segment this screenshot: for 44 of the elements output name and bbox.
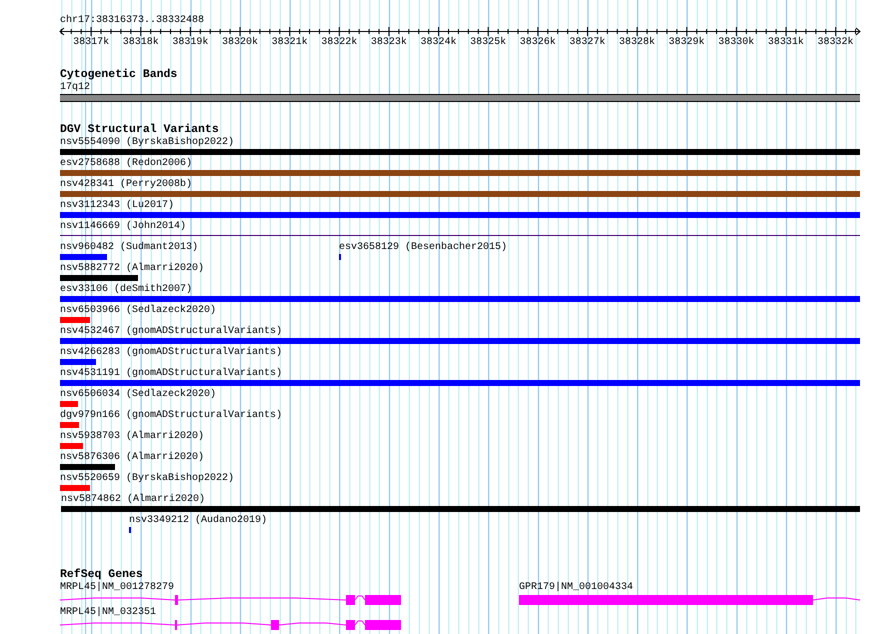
tick-label: 38327k	[568, 37, 606, 48]
variant-label: nsv4532467 (gnomADStructuralVariants)	[60, 325, 282, 338]
tick-label: 38323k	[370, 37, 408, 48]
tick-label: 38326k	[518, 37, 557, 48]
track-title: Cytogenetic Bands	[60, 68, 178, 81]
variant-label: esv33106 (deSmith2007)	[60, 283, 192, 296]
tick-label: 38321k	[270, 37, 309, 48]
tick-label: 38329k	[668, 37, 706, 48]
tick-label: 38332k	[816, 37, 854, 48]
tick-label: 38318k	[122, 37, 160, 48]
tick-label: 38320k	[220, 37, 259, 48]
chromosome-location: chr17:38316373..38332488	[60, 15, 204, 27]
tick-label: 38325k	[469, 37, 508, 48]
variant-label: nsv428341 (Perry2008b)	[60, 178, 192, 191]
tick-label: 38322k	[320, 37, 358, 48]
tick-label: 38330k	[717, 37, 756, 48]
variant-label: dgv979n166 (gnomADStructuralVariants)	[60, 409, 282, 422]
variant-label: nsv5882772 (Almarri2020)	[60, 262, 204, 275]
variant-label: nsv1146669 (John2014)	[60, 220, 186, 233]
variant-label: nsv5520659 (ByrskaBishop2022)	[60, 472, 234, 485]
variant-label: nsv5938703 (Almarri2020)	[60, 430, 204, 443]
variant-label: esv2758688 (Redon2006)	[60, 157, 192, 170]
tick-label: 38324k	[419, 37, 458, 48]
variant-label: nsv960482 (Sudmant2013)	[60, 241, 198, 254]
tick-label: 38331k	[766, 37, 805, 48]
variant-label: nsv5554090 (ByrskaBishop2022)	[60, 136, 234, 149]
track-title: DGV Structural Variants	[60, 123, 219, 136]
variant-label: nsv4531191 (gnomADStructuralVariants)	[60, 367, 282, 380]
variant-label: nsv6506034 (Sedlazeck2020)	[60, 388, 216, 401]
gene-label: MRPL45|NM_001278279	[60, 581, 174, 594]
variant-label: nsv3112343 (Lu2017)	[60, 199, 174, 212]
variant-label: nsv3349212 (Audano2019)	[129, 514, 268, 527]
gene-label: MRPL45|NM_032351	[60, 606, 156, 619]
band-label: 17q12	[60, 81, 90, 94]
gene-label: GPR179|NM_001004334	[519, 581, 634, 594]
variant-label: nsv4266283 (gnomADStructuralVariants)	[60, 346, 282, 359]
variant-label: nsv6503966 (Sedlazeck2020)	[60, 304, 216, 317]
tick-label: 38319k	[171, 37, 210, 48]
track-title: RefSeq Genes	[60, 568, 143, 581]
tick-label: 38317k	[72, 37, 110, 48]
tick-label: 38328k	[618, 37, 656, 48]
variant-label: nsv5874862 (Almarri2020)	[61, 493, 206, 506]
variant-label: esv3658129 (Besenbacher2015)	[339, 241, 508, 254]
variant-label: nsv5876306 (Almarri2020)	[60, 451, 204, 464]
